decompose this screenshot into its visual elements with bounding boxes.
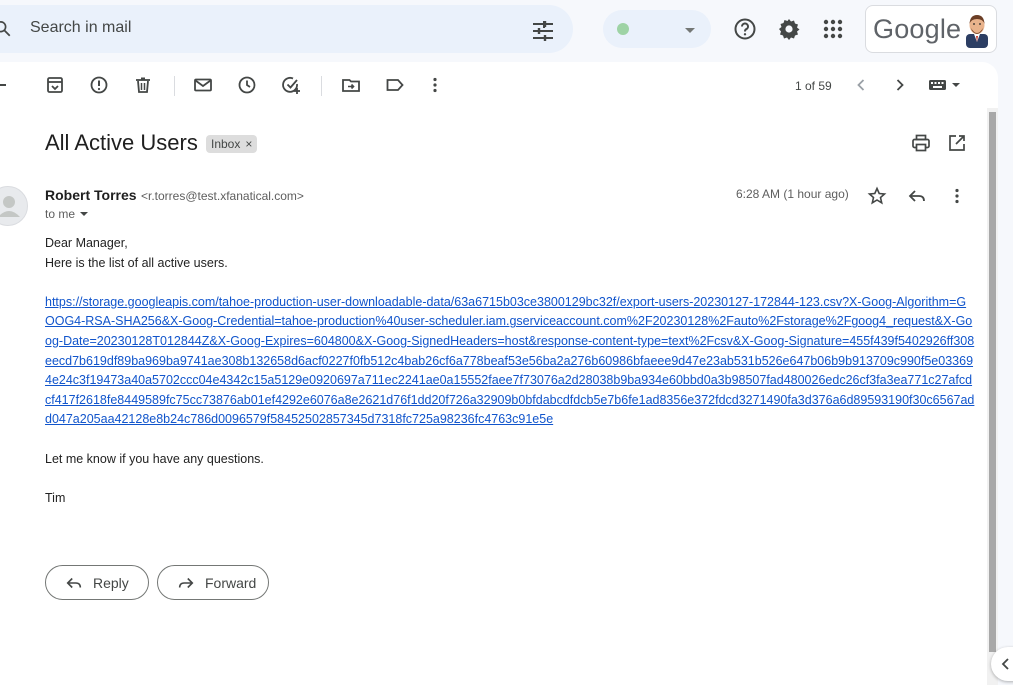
greeting-text: Dear Manager,	[45, 236, 128, 250]
scrollbar-thumb[interactable]	[989, 112, 996, 652]
toolbar-divider	[174, 76, 175, 96]
status-dot	[617, 23, 629, 35]
search-icon[interactable]	[0, 20, 12, 38]
search-input[interactable]: Search in mail	[30, 19, 131, 37]
chevron-down-icon	[80, 212, 89, 216]
sender-name[interactable]: Robert Torres	[45, 187, 137, 203]
pagination-count: 1 of 59	[795, 79, 832, 93]
help-icon[interactable]	[733, 17, 757, 41]
message-toolbar: 1 of 59	[0, 62, 998, 108]
recipient-details[interactable]: to me	[45, 207, 89, 221]
reply-icon[interactable]	[907, 186, 927, 206]
print-icon[interactable]	[911, 133, 931, 153]
email-subject: All Active Users	[45, 130, 198, 155]
forward-button[interactable]: Forward	[157, 565, 269, 600]
recipient-text: to me	[45, 207, 76, 221]
move-to-icon[interactable]	[341, 75, 361, 95]
snooze-icon[interactable]	[237, 75, 257, 95]
search-options-icon[interactable]	[531, 21, 555, 41]
keyboard-icon[interactable]	[928, 75, 964, 95]
sender-email: <r.torres@test.xfanatical.com>	[141, 189, 304, 203]
gear-icon[interactable]	[777, 17, 801, 41]
archive-icon[interactable]	[45, 75, 65, 95]
reply-button-label: Reply	[93, 574, 129, 591]
forward-icon	[178, 577, 194, 588]
scrollbar[interactable]	[987, 108, 998, 685]
open-new-window-icon[interactable]	[947, 133, 967, 153]
closing-text: Let me know if you have any questions.	[45, 451, 264, 466]
back-arrow-icon[interactable]	[0, 75, 14, 95]
avatar[interactable]	[962, 12, 992, 48]
apps-grid-icon[interactable]	[821, 17, 845, 41]
star-icon[interactable]	[867, 186, 887, 206]
forward-button-label: Forward	[205, 574, 257, 591]
sender-avatar[interactable]	[0, 186, 28, 226]
google-logo: Google	[873, 14, 962, 44]
report-spam-icon[interactable]	[89, 75, 109, 95]
intro-text: Here is the list of all active users.	[45, 255, 228, 270]
mark-unread-icon[interactable]	[193, 75, 213, 95]
reply-button[interactable]: Reply	[45, 565, 149, 600]
remove-label-icon[interactable]: ×	[245, 137, 252, 151]
download-link[interactable]: https://storage.googleapis.com/tahoe-pro…	[45, 293, 975, 430]
more-vert-icon[interactable]	[947, 186, 967, 206]
search-bar[interactable]: Search in mail	[0, 5, 573, 53]
chevron-right-icon[interactable]	[890, 75, 910, 95]
chevron-left-icon[interactable]	[851, 75, 871, 95]
more-vert-icon[interactable]	[425, 75, 445, 95]
chevron-left-icon	[1001, 658, 1009, 670]
signature-text: Tim	[45, 490, 66, 505]
message-time: 6:28 AM (1 hour ago)	[736, 187, 849, 201]
reply-icon	[66, 577, 82, 588]
delete-icon[interactable]	[133, 75, 153, 95]
email-body: Dear Manager, Here is the list of all ac…	[45, 234, 975, 508]
chevron-down-icon	[685, 28, 695, 33]
add-task-icon[interactable]	[281, 75, 301, 95]
toolbar-divider	[321, 76, 322, 96]
label-icon[interactable]	[385, 75, 405, 95]
message-panel: 1 of 59 All Active Users Inbox × Robert …	[0, 62, 998, 685]
label-text: Inbox	[211, 137, 241, 151]
account-switcher[interactable]: Google	[865, 5, 997, 53]
inbox-label-chip[interactable]: Inbox ×	[206, 135, 258, 153]
status-selector[interactable]	[603, 10, 711, 48]
